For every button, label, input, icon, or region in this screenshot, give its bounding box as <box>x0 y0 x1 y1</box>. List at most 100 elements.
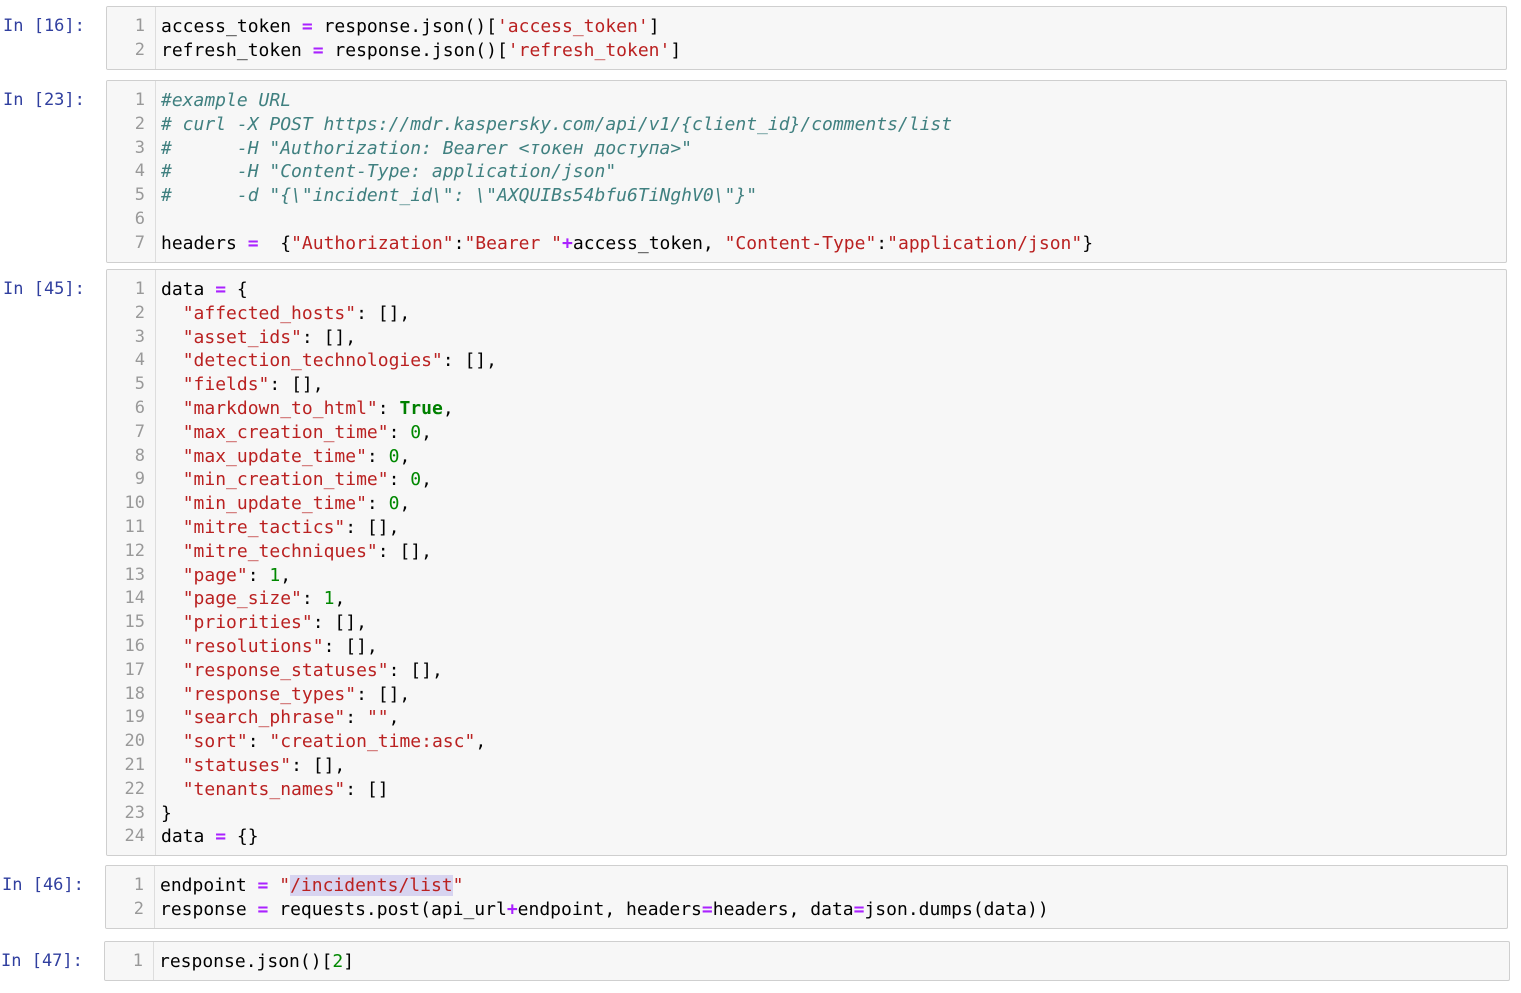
code-token: = <box>247 232 259 254</box>
code-token: data <box>161 826 216 848</box>
code-token: endpoint <box>160 875 258 896</box>
code-line: 17 "response_statuses": [], <box>107 659 1506 683</box>
code-line: 24 data = {} <box>107 825 1506 849</box>
cell-input[interactable]: 1 data = {2 "affected_hosts": [], 3 "asset… <box>106 269 1507 857</box>
code-line: 18 "response_types": [], <box>107 683 1506 707</box>
cell-prompt: In [16]: <box>3 16 85 36</box>
code-line: 7 "max_creation_time": 0, <box>107 421 1506 445</box>
code-token: : <box>247 731 270 753</box>
line-number: 23 <box>124 802 145 823</box>
code-line: 2 refresh_token = response.json()['refres… <box>107 39 1506 63</box>
code-cell[interactable]: In [47]: 1 response.json()[2] <box>1 941 1510 981</box>
code-text: "min_creation_time": 0, <box>161 468 432 492</box>
code-token: = <box>215 279 227 300</box>
code-token: , <box>421 421 432 443</box>
code-token: "priorities" <box>182 612 313 634</box>
code-token: , <box>399 445 411 467</box>
line-number: 2 <box>134 113 145 134</box>
code-line: 19 "search_phrase": "", <box>107 706 1506 730</box>
code-token: : [], <box>301 326 357 348</box>
line-number: 2 <box>134 39 145 60</box>
code-line: 16 "resolutions": [], <box>107 635 1506 659</box>
code-line: 3 "asset_ids": [], <box>107 326 1506 350</box>
code-line: 23} <box>107 802 1506 826</box>
line-number: 14 <box>124 588 145 609</box>
code-token: : <box>247 564 270 586</box>
code-token: } <box>1082 232 1094 254</box>
code-token: : [], <box>356 683 411 705</box>
code-text: "mitre_techniques": [], <box>161 540 432 564</box>
line-number: 8 <box>134 445 145 466</box>
line-number: 5 <box>134 185 145 206</box>
code-line: 3 # -H "Authorization: Bearer <токен дост… <box>107 137 1506 161</box>
code-token: 0 <box>388 493 400 515</box>
code-token: 2 <box>332 951 344 972</box>
line-number: 1 <box>132 951 143 971</box>
code-token: json.dumps(data)) <box>864 898 1049 920</box>
code-line: 9 "min_creation_time": 0, <box>107 468 1506 492</box>
selected-text: /incidents/list <box>290 875 453 896</box>
code-token: refresh_token <box>161 39 313 61</box>
code-token: : [], <box>323 635 378 657</box>
code-token: # -H "Content-Type: application/json" <box>161 161 617 183</box>
code-line: 15 "priorities": [], <box>107 611 1506 635</box>
code-token: : [] <box>345 778 389 800</box>
code-line: 20 "sort": "creation_time:asc", <box>107 730 1506 754</box>
code-token: "response_types" <box>182 683 357 705</box>
code-text: "min_update_time": 0, <box>161 492 411 516</box>
line-number: 15 <box>124 612 145 633</box>
code-token: "fields" <box>182 374 270 396</box>
code-token: = <box>312 39 324 61</box>
line-number: 6 <box>134 208 145 229</box>
code-token: : <box>366 445 389 467</box>
line-number: 1 <box>133 875 144 895</box>
line-number: 6 <box>134 397 145 418</box>
code-token: "affected_hosts" <box>182 302 357 324</box>
code-token: , <box>399 493 411 515</box>
code-text: # -H "Authorization: Bearer <токен досту… <box>161 137 692 161</box>
code-text: "affected_hosts": [], <box>161 302 411 326</box>
code-text: refresh_token = response.json()['refresh… <box>161 39 681 63</box>
code-line: 2 response = requests.post(api_url+endpoi… <box>106 898 1507 922</box>
code-token: "" <box>366 707 389 729</box>
line-number: 22 <box>124 778 145 799</box>
code-token: 0 <box>388 445 400 467</box>
code-cell[interactable]: In [23]: 1 #example URL 2 # curl -X POST htt… <box>3 80 1507 263</box>
code-cell[interactable]: In [46]: 1 endpoint = "/incidents/list" 2 re… <box>2 865 1508 929</box>
code-token: 0 <box>410 469 422 491</box>
code-token: = <box>257 875 269 896</box>
cell-input[interactable]: 1 endpoint = "/incidents/list" 2 response =… <box>105 865 1508 929</box>
cell-input[interactable]: 1 #example URL 2 # curl -X POST https://mdr… <box>106 80 1507 263</box>
code-token: {} <box>226 826 259 848</box>
code-token: : [], <box>356 302 411 324</box>
code-text: "mitre_tactics": [], <box>161 516 400 540</box>
code-token: "page" <box>182 564 248 586</box>
line-number: 11 <box>124 516 145 537</box>
code-token: "Content-Type" <box>724 232 877 254</box>
code-cell[interactable]: In [45]: 1 data = {2 "affected_hosts": [],… <box>3 269 1507 857</box>
code-token: "asset_ids" <box>182 326 302 348</box>
code-token: 1 <box>269 564 281 586</box>
code-text: response.json()[2] <box>159 950 354 974</box>
code-line: 2 "affected_hosts": [], <box>107 302 1506 326</box>
code-token: : [], <box>377 540 432 562</box>
code-token: headers, data <box>712 898 854 920</box>
code-token: 0 <box>410 421 422 443</box>
line-number: 20 <box>124 731 145 752</box>
code-token: "min_creation_time" <box>182 469 389 491</box>
code-token: { <box>226 279 248 300</box>
code-text: headers = {"Authorization":"Bearer "+acc… <box>161 232 1093 256</box>
code-cell[interactable]: In [16]: 1 access_token = response.json()[… <box>3 6 1507 70</box>
cell-input[interactable]: 1 access_token = response.json()['access_… <box>106 6 1507 70</box>
code-token: : [], <box>442 350 497 372</box>
cell-input[interactable]: 1 response.json()[2] <box>104 941 1510 981</box>
code-token: "Bearer " <box>464 232 563 254</box>
